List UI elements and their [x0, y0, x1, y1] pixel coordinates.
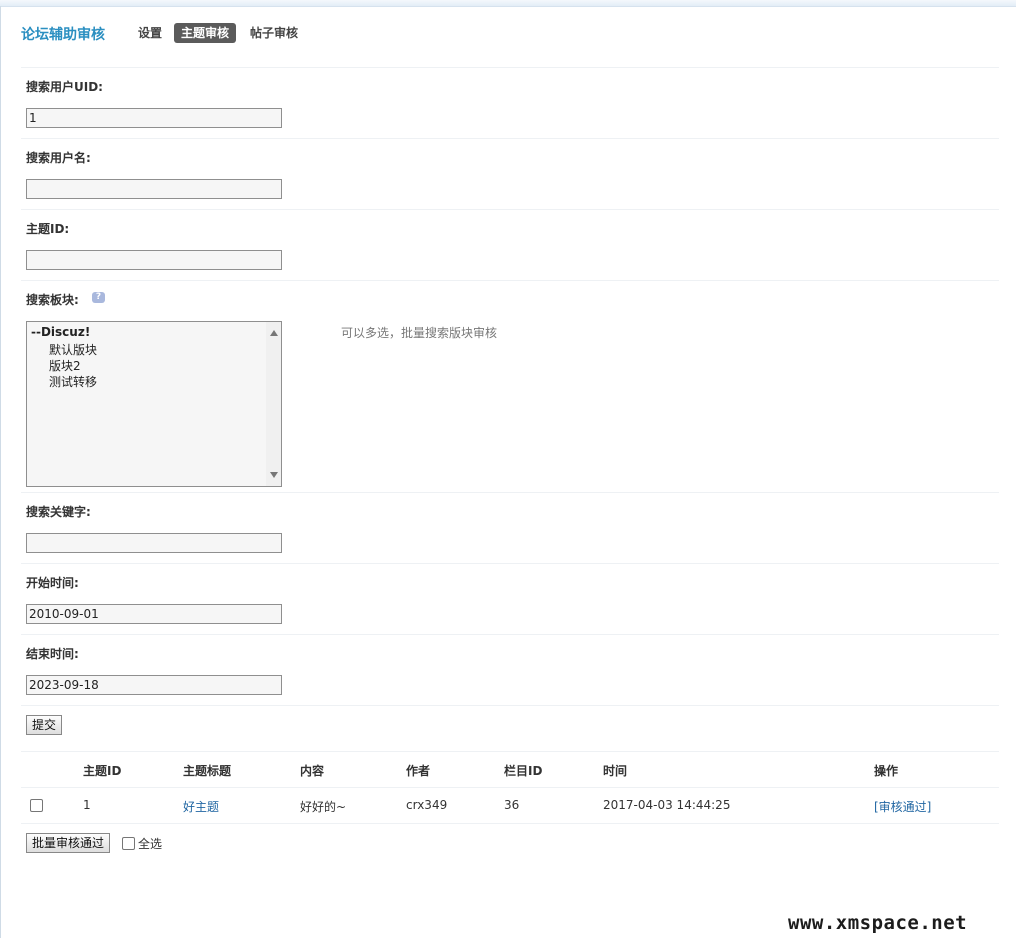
divider: [21, 634, 999, 635]
divider: [21, 823, 999, 824]
cell-time: 2017-04-03 14:44:25: [603, 798, 731, 812]
thread-id-label: 主题ID:: [26, 222, 70, 236]
divider: [21, 138, 999, 139]
scroll-up-icon[interactable]: [270, 330, 278, 336]
divider: [21, 787, 999, 788]
cell-content: 好好的~: [300, 800, 347, 814]
divider: [21, 492, 999, 493]
scroll-down-icon[interactable]: [270, 472, 278, 478]
divider: [21, 563, 999, 564]
forum-option-group[interactable]: --Discuz!: [31, 325, 90, 339]
forum-label: 搜索板块:: [26, 293, 79, 307]
forum-multiselect[interactable]: --Discuz! 默认版块 版块2 测试转移: [26, 321, 282, 487]
left-border: [0, 6, 1, 938]
start-time-input[interactable]: [26, 604, 282, 624]
submit-button[interactable]: 提交: [26, 715, 63, 735]
watermark: www.xmspace.net: [788, 912, 968, 934]
thread-id-input[interactable]: [26, 250, 282, 270]
tab-settings[interactable]: 设置: [131, 23, 169, 43]
keyword-label: 搜索关键字:: [26, 505, 91, 519]
divider: [21, 705, 999, 706]
tab-thread-review[interactable]: 主题审核: [174, 23, 237, 43]
column-header-title: 主题标题: [183, 764, 232, 778]
column-header-content: 内容: [300, 764, 325, 778]
column-header-time: 时间: [603, 764, 628, 778]
approve-link[interactable]: [审核通过]: [874, 798, 931, 815]
uid-input[interactable]: [26, 108, 282, 128]
divider: [21, 67, 999, 68]
divider: [21, 751, 999, 752]
keyword-input[interactable]: [26, 533, 282, 553]
help-icon[interactable]: ?: [92, 292, 105, 303]
select-all-label[interactable]: 全选: [138, 835, 162, 852]
username-label: 搜索用户名:: [26, 151, 91, 165]
row-checkbox[interactable]: [30, 799, 43, 812]
thread-title-link[interactable]: 好主题: [183, 798, 219, 815]
batch-approve-button[interactable]: 批量审核通过: [26, 833, 111, 853]
app-title: 论坛辅助审核: [21, 27, 105, 43]
column-header-column-id: 栏目ID: [504, 764, 543, 778]
end-time-label: 结束时间:: [26, 647, 79, 661]
forum-option[interactable]: 默认版块: [49, 341, 97, 358]
divider: [21, 280, 999, 281]
cell-column-id: 36: [504, 798, 520, 812]
forum-hint: 可以多选，批量搜索版块审核: [341, 326, 498, 340]
uid-label: 搜索用户UID:: [26, 80, 103, 94]
column-header-action: 操作: [874, 764, 899, 778]
cell-author: crx349: [406, 798, 448, 812]
column-header-author: 作者: [406, 764, 431, 778]
forum-option[interactable]: 测试转移: [49, 373, 97, 390]
tab-post-review[interactable]: 帖子审核: [243, 23, 305, 43]
cell-id: 1: [83, 798, 91, 812]
scrollbar[interactable]: [266, 322, 281, 486]
top-bar: [0, 0, 1016, 7]
username-input[interactable]: [26, 179, 282, 199]
forum-option[interactable]: 版块2: [49, 357, 81, 374]
end-time-input[interactable]: [26, 675, 282, 695]
divider: [21, 209, 999, 210]
start-time-label: 开始时间:: [26, 576, 79, 590]
column-header-id: 主题ID: [83, 764, 122, 778]
select-all-checkbox[interactable]: [122, 837, 135, 850]
